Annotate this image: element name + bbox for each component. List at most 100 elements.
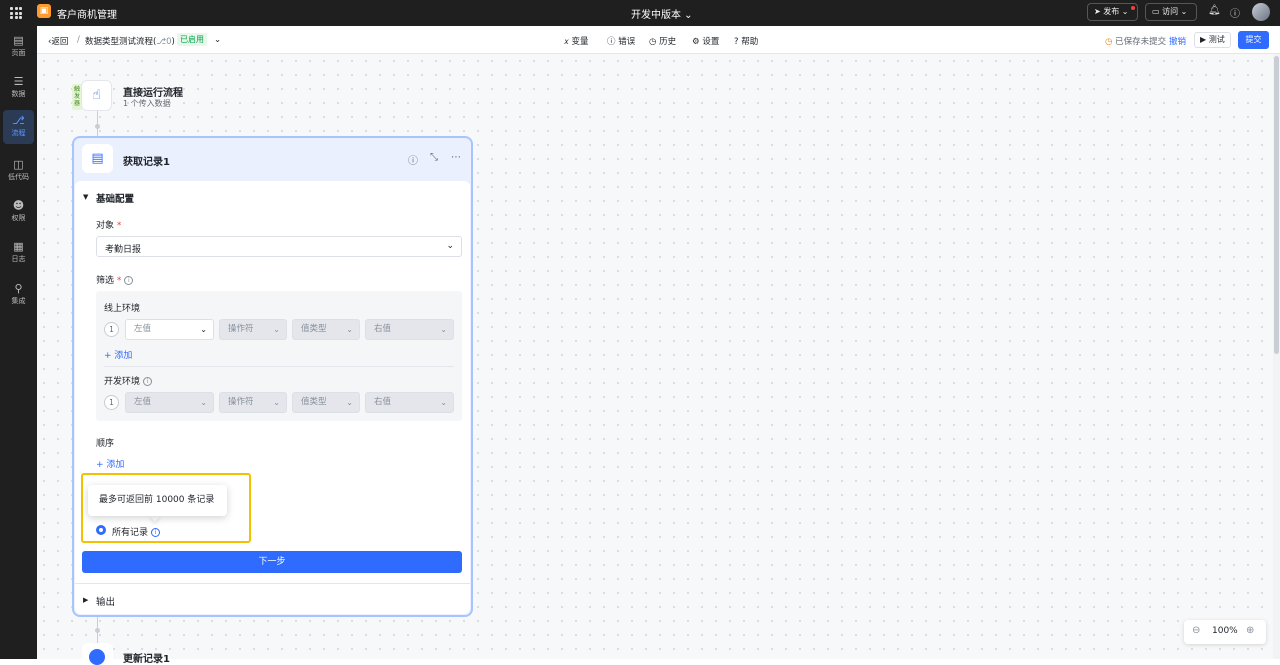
required-mark: * — [116, 221, 122, 231]
plus-icon: + — [96, 460, 104, 470]
database-icon: ☰ — [13, 75, 24, 88]
flow-menu-chevron-icon[interactable]: ⌄ — [214, 35, 221, 45]
value-type-select[interactable]: 值类型 ⌄ — [292, 319, 360, 340]
errors-button[interactable]: ⓘ 错误 — [607, 35, 635, 47]
monitor-icon: ▭ — [1152, 7, 1160, 16]
zoom-out-icon[interactable]: ⊖ — [1192, 625, 1200, 636]
node-title[interactable]: 获取记录1 — [123, 153, 170, 168]
object-select[interactable]: 考勤日报 ⌄ — [96, 236, 462, 257]
undo-button[interactable]: 撤销 — [1169, 35, 1186, 47]
zoom-control: ⊖ 100% ⊕ — [1184, 620, 1266, 644]
error-icon: ⓘ — [607, 37, 616, 47]
connector-dot — [95, 628, 100, 633]
help-button[interactable]: ? 帮助 — [734, 35, 758, 47]
sidebar-item-lowcode[interactable]: ◫ 低代码 — [0, 154, 37, 188]
save-status: ◷ 已保存未提交 — [1105, 37, 1167, 47]
test-button[interactable]: ▶ 测试 — [1194, 32, 1231, 48]
right-value-select[interactable]: 右值 ⌄ — [365, 392, 454, 413]
permission-icon: ☻ — [12, 199, 25, 212]
zoom-level: 100% — [1212, 626, 1238, 636]
status-badge: 已启用 — [177, 33, 207, 46]
chevron-down-icon: ⌄ — [200, 325, 207, 334]
record-search-icon: ▤ — [82, 144, 113, 173]
plus-icon: + — [104, 351, 112, 361]
divider — [104, 366, 454, 367]
object-label: 对象 * — [96, 221, 122, 231]
sidebar-item-data[interactable]: ☰ 数据 — [0, 71, 37, 105]
chevron-down-icon: ⌄ — [273, 398, 280, 407]
pointer-icon[interactable]: ☝ — [81, 80, 112, 111]
all-records-label[interactable]: 所有记录 i — [112, 525, 161, 538]
more-icon[interactable]: ⋯ — [451, 152, 461, 163]
history-button[interactable]: ◷ 历史 — [649, 35, 676, 47]
row-index: 1 — [104, 395, 119, 410]
update-record-icon — [89, 649, 105, 665]
filter-label: 筛选 * i — [96, 273, 134, 286]
right-value-select[interactable]: 右值 ⌄ — [365, 319, 454, 340]
integration-icon: ⚲ — [14, 282, 23, 295]
info-icon[interactable]: i — [124, 276, 134, 285]
sidebar: ▤ 页面 ☰ 数据 ⎇ 流程 ◫ 低代码 ☻ 权限 ▦ 日志 ⚲ 集成 — [0, 26, 37, 659]
chevron-down-icon: ⌄ — [1121, 7, 1129, 16]
submit-button[interactable]: 提交 — [1238, 31, 1269, 49]
sidebar-item-log[interactable]: ▦ 日志 — [0, 236, 37, 270]
chevron-down-icon: ⌄ — [346, 325, 353, 334]
chevron-down-icon: ⌄ — [1180, 7, 1188, 16]
sidebar-item-integration[interactable]: ⚲ 集成 — [0, 278, 37, 312]
zoom-in-icon[interactable]: ⊕ — [1246, 625, 1254, 636]
bell-icon[interactable]: 🔔︎ — [1208, 5, 1221, 16]
next-step-button[interactable]: 下一步 — [82, 551, 462, 573]
log-icon: ▦ — [13, 240, 24, 253]
operator-select[interactable]: 操作符 ⌄ — [219, 319, 287, 340]
settings-button[interactable]: ⚙ 设置 — [692, 35, 719, 47]
flow-toolbar: ‹返回 / 数据类型测试流程(⎇0) 已启用 ⌄ 𝑥 变量 ⓘ 错误 ◷ 历史 … — [37, 26, 1280, 54]
code-icon: ◫ — [13, 158, 24, 171]
publish-button[interactable]: ➤ 发布 ⌄ — [1087, 3, 1138, 21]
top-bar: ▣ 客户商机管理 开发中版本 ⌄ ➤ 发布 ⌄ ▭ 访问 ⌄ 🔔︎ ⓘ — [0, 0, 1280, 26]
chevron-down-icon: ⌄ — [346, 398, 353, 407]
scrollbar-thumb[interactable] — [1274, 56, 1279, 354]
add-order-button[interactable]: + 添加 — [96, 457, 124, 470]
trigger-title[interactable]: 直接运行流程 — [123, 84, 183, 99]
value-type-select[interactable]: 值类型 ⌄ — [292, 392, 360, 413]
visit-button[interactable]: ▭ 访问 ⌄ — [1145, 3, 1197, 21]
app-grid-icon[interactable] — [10, 7, 22, 19]
sidebar-item-page[interactable]: ▤ 页面 — [0, 30, 37, 64]
info-icon[interactable]: i — [143, 377, 153, 386]
connector-dot — [95, 124, 100, 129]
all-records-radio[interactable] — [96, 525, 106, 535]
sidebar-item-permission[interactable]: ☻ 权限 — [0, 195, 37, 229]
caret-down-icon[interactable]: ▼ — [83, 193, 88, 201]
back-button[interactable]: ‹返回 — [48, 35, 68, 47]
app-name: 客户商机管理 — [57, 10, 117, 21]
next-node-title[interactable]: 更新记录1 — [123, 650, 170, 665]
collapse-icon[interactable]: ⤡ — [430, 152, 438, 163]
page-icon: ▤ — [13, 34, 24, 47]
flow-icon: ⎇ — [12, 114, 25, 127]
help-icon[interactable]: ⓘ — [1230, 5, 1240, 20]
version-selector[interactable]: 开发中版本 ⌄ — [631, 6, 693, 21]
section-basic-config[interactable]: 基础配置 — [96, 191, 134, 205]
clock-icon: ◷ — [1105, 37, 1113, 47]
variable-icon: 𝑥 — [564, 37, 569, 47]
flow-name: 数据类型测试流程(⎇0) — [85, 37, 175, 47]
add-online-condition-button[interactable]: + 添加 — [104, 348, 132, 361]
left-value-select[interactable]: 左值 ⌄ — [125, 319, 214, 340]
question-icon: ? — [734, 37, 739, 47]
section-output[interactable]: 输出 — [96, 594, 115, 608]
operator-select[interactable]: 操作符 ⌄ — [219, 392, 287, 413]
play-icon: ▶ — [1200, 35, 1207, 44]
caret-right-icon[interactable]: ▶ — [83, 596, 88, 604]
info-icon[interactable]: i — [151, 528, 161, 537]
sidebar-item-flow[interactable]: ⎇ 流程 — [3, 110, 34, 144]
left-value-select[interactable]: 左值 ⌄ — [125, 392, 214, 413]
avatar[interactable] — [1252, 3, 1270, 21]
chevron-down-icon: ⌄ — [200, 398, 207, 407]
online-env-label: 线上环境 — [104, 304, 141, 314]
trigger-subtitle: 1 个传入数据 — [123, 99, 171, 108]
variables-button[interactable]: 𝑥 变量 — [564, 35, 588, 47]
help-circle-icon[interactable]: ⓘ — [408, 152, 418, 167]
tooltip: 最多可返回前 10000 条记录 — [88, 485, 227, 516]
vertical-scrollbar[interactable] — [1273, 54, 1280, 659]
app-logo: ▣ — [37, 4, 51, 18]
